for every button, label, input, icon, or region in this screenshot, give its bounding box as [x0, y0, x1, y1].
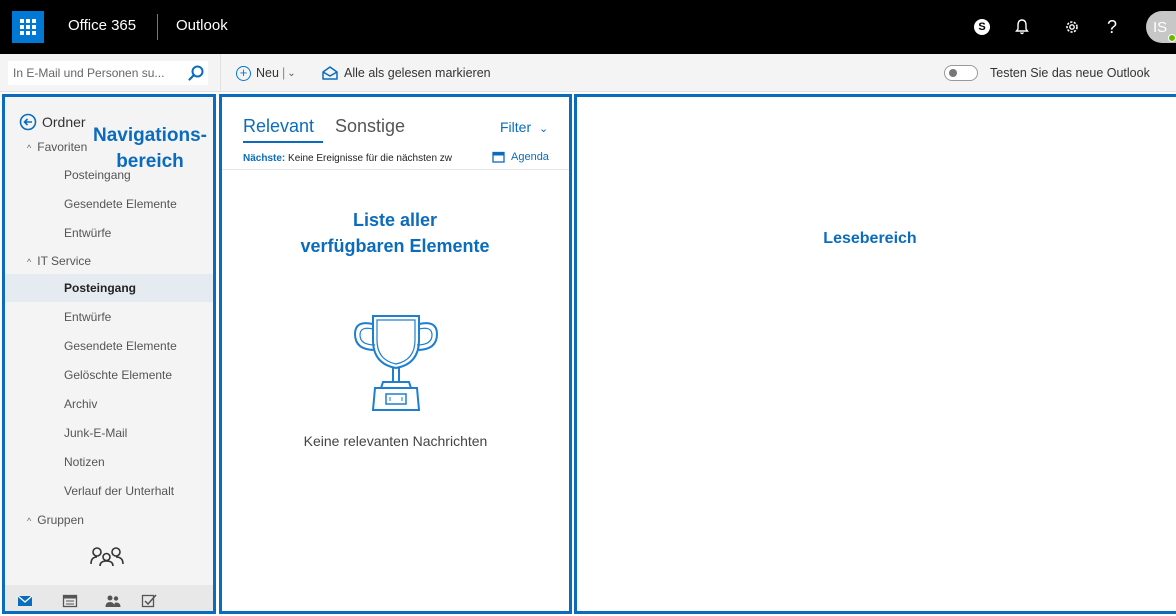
command-bar: + Neu | ⌄ Alle als gelesen markieren Tes… — [0, 54, 1176, 92]
annotation-list-line1: Liste aller — [352, 210, 438, 230]
calendar-icon — [492, 151, 505, 163]
upcoming-events-line: Nächste: Keine Ereignisse für die nächst… — [243, 153, 489, 164]
calendar-icon[interactable] — [62, 594, 78, 608]
waffle-icon — [20, 19, 36, 35]
favorite-sent[interactable]: Gesendete Elemente — [5, 190, 213, 218]
folder-drafts[interactable]: Entwürfe — [5, 303, 213, 331]
folder-conversation-history[interactable]: Verlauf der Unterhalt — [5, 477, 213, 505]
people-icon[interactable] — [105, 594, 121, 608]
top-bar: Office 365 Outlook S ? IS — [0, 0, 1176, 54]
folder-inbox[interactable]: Posteingang — [5, 274, 213, 302]
search-box — [8, 61, 208, 85]
filter-label: Filter — [500, 119, 532, 135]
tab-other[interactable]: Sonstige — [335, 116, 405, 137]
new-divider: | — [281, 66, 286, 80]
filter-button[interactable]: Filter ⌄ — [500, 119, 548, 135]
settings-button[interactable] — [1060, 14, 1084, 40]
app-launcher-button[interactable] — [12, 11, 44, 43]
chevron-down-icon[interactable]: ⌄ — [287, 68, 295, 79]
annotation-nav-line1: Navigations- — [92, 125, 208, 146]
search-icon[interactable] — [187, 64, 205, 82]
annotation-message-list: Liste aller verfügbaren Elemente — [265, 207, 525, 259]
next-label: Nächste: — [243, 153, 286, 164]
account-label: IT Service — [37, 254, 92, 268]
presence-indicator — [1168, 34, 1176, 42]
favorite-drafts[interactable]: Entwürfe — [5, 219, 213, 247]
caret-up-icon: ^ — [27, 143, 32, 153]
toggle-knob — [949, 69, 957, 77]
folder-deleted[interactable]: Gelöschte Elemente — [5, 361, 213, 389]
trophy-icon — [353, 315, 439, 411]
message-list-pane: Relevant Sonstige Filter ⌄ Nächste: Kein… — [219, 94, 572, 614]
avatar-initials: IS — [1153, 18, 1168, 36]
folder-archive[interactable]: Archiv — [5, 390, 213, 418]
folders-label: Ordner — [42, 114, 86, 130]
next-text: Keine Ereignisse für die nächsten zw — [288, 153, 453, 164]
skype-button[interactable]: S — [970, 14, 994, 40]
new-outlook-label: Testen Sie das neue Outlook — [990, 66, 1150, 80]
folders-header[interactable]: Ordner — [19, 113, 86, 131]
favorites-label: Favoriten — [37, 140, 88, 154]
annotation-list-line2: verfügbaren Elemente — [300, 236, 490, 256]
folder-notes[interactable]: Notizen — [5, 448, 213, 476]
annotation-navigation-pane: Navigations- bereich — [85, 123, 215, 175]
tasks-icon[interactable] — [141, 594, 157, 608]
mail-icon[interactable] — [17, 594, 33, 608]
reading-pane — [574, 94, 1176, 614]
bell-icon — [1015, 19, 1029, 35]
skype-icon: S — [974, 19, 990, 35]
tab-focused-underline — [243, 141, 323, 143]
help-button[interactable]: ? — [1100, 14, 1124, 40]
app-name-link[interactable]: Outlook — [176, 17, 228, 34]
new-label: Neu — [256, 66, 279, 80]
caret-up-icon: ^ — [27, 516, 32, 526]
agenda-label: Agenda — [511, 151, 549, 163]
notifications-button[interactable] — [1010, 14, 1034, 40]
annotation-reading-pane: Lesebereich — [823, 230, 917, 247]
agenda-link[interactable]: Agenda — [492, 151, 549, 163]
envelope-open-icon — [322, 66, 338, 80]
groups-group[interactable]: ^ Gruppen — [5, 506, 213, 534]
list-divider — [222, 169, 569, 170]
brand-divider — [157, 14, 158, 40]
brand-link[interactable]: Office 365 — [68, 17, 136, 34]
new-message-button[interactable]: + Neu | ⌄ — [236, 64, 296, 82]
groups-icon[interactable] — [89, 544, 125, 568]
folder-junk[interactable]: Junk-E-Mail — [5, 419, 213, 447]
gear-icon — [1066, 21, 1078, 33]
caret-up-icon: ^ — [27, 257, 32, 267]
chevron-down-icon: ⌄ — [539, 123, 549, 135]
module-switcher — [5, 585, 213, 611]
folder-sent[interactable]: Gesendete Elemente — [5, 332, 213, 360]
groups-label: Gruppen — [37, 513, 84, 527]
help-icon: ? — [1106, 16, 1117, 37]
plus-circle-icon: + — [236, 65, 251, 81]
tab-focused[interactable]: Relevant — [243, 116, 314, 137]
search-input[interactable] — [9, 62, 179, 84]
annotation-nav-line2: bereich — [116, 151, 184, 172]
mark-all-read-label: Alle als gelesen markieren — [344, 66, 491, 80]
back-arrow-icon[interactable] — [19, 113, 37, 131]
empty-state-message: Keine relevanten Nachrichten — [303, 433, 488, 449]
account-group[interactable]: ^ IT Service — [5, 247, 213, 275]
new-outlook-toggle[interactable] — [944, 65, 978, 81]
mark-all-read-button[interactable]: Alle als gelesen markieren — [322, 64, 491, 82]
command-divider — [220, 54, 221, 91]
